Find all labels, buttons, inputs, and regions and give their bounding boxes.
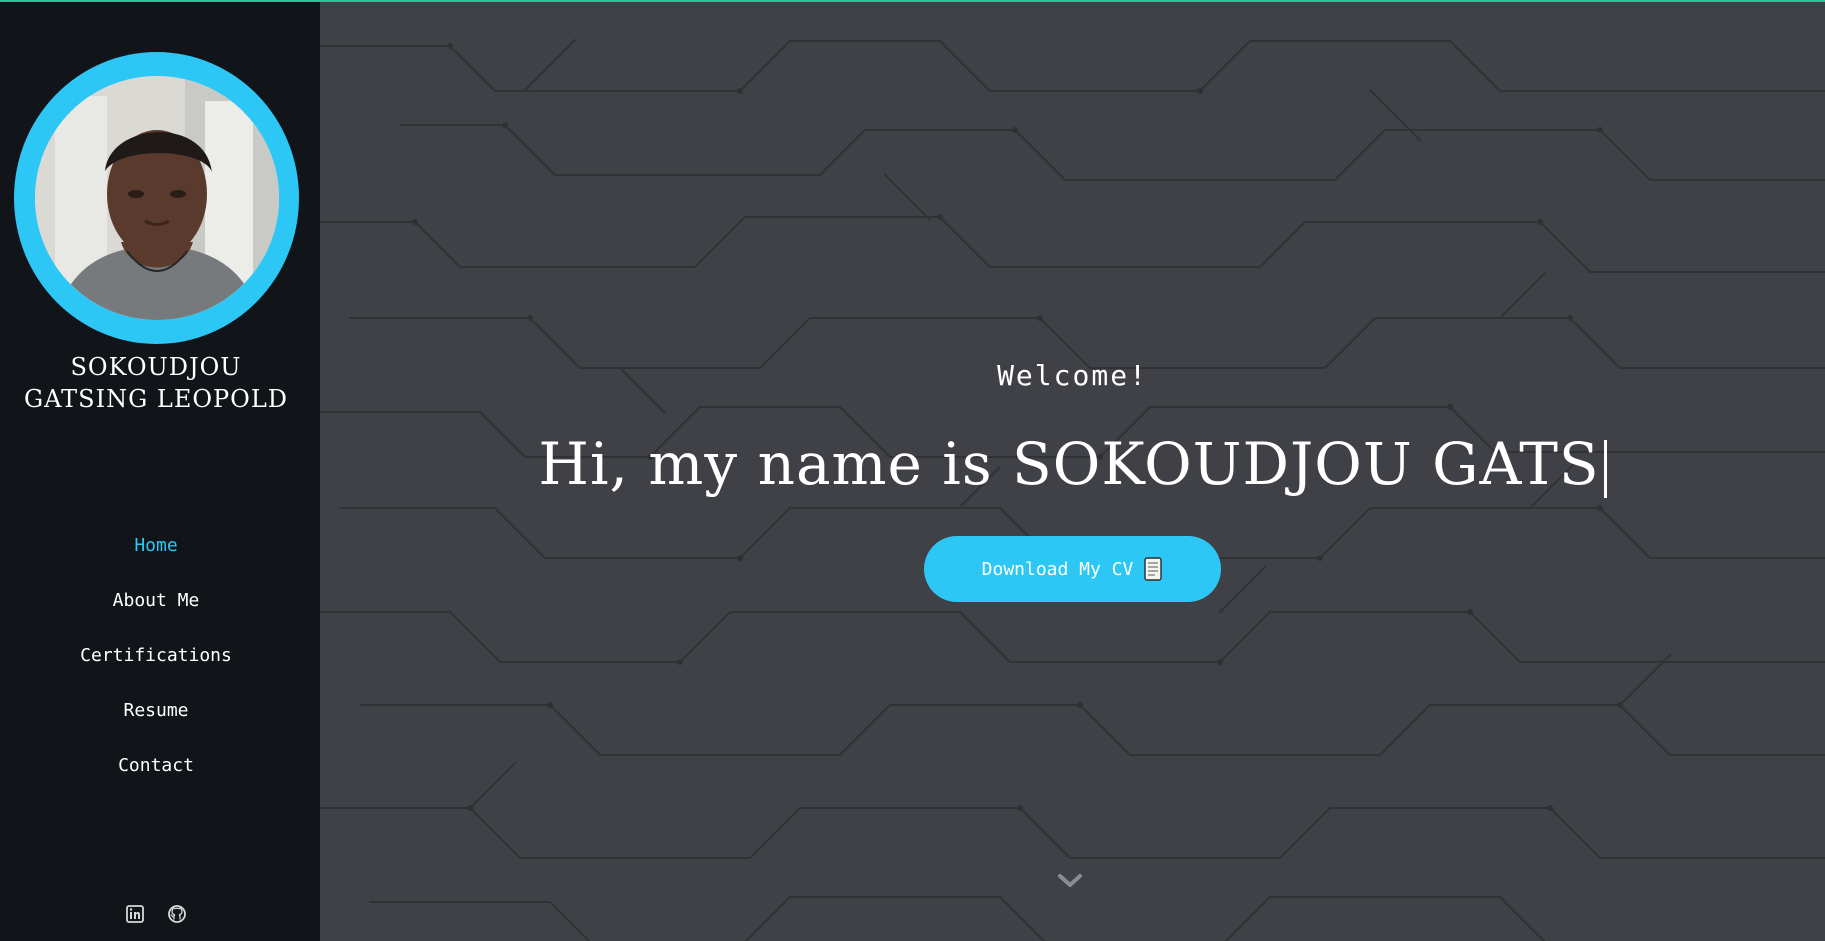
profile-name-line-1: SOKOUDJOU [70,353,242,381]
typing-cursor [1603,439,1607,498]
download-cv-label: Download My CV [981,558,1134,580]
sidebar-nav: Home About Me Certifications Resume Cont… [0,522,312,797]
profile-name: SOKOUDJOU GATSING LEOPOLD [0,351,312,415]
avatar [34,76,279,320]
hero-headline-text: Hi, my name is SOKOUDJOU GATS [538,430,1600,498]
document-icon [1144,557,1163,581]
sidebar-item-about-me[interactable]: About Me [0,577,312,632]
linkedin-icon[interactable] [126,905,144,923]
hero-headline: Hi, my name is SOKOUDJOU GATS [320,430,1825,498]
profile-photo-icon [34,76,279,320]
sidebar-item-certifications[interactable]: Certifications [0,632,312,687]
sidebar: SOKOUDJOU GATSING LEOPOLD Home About Me … [0,0,320,941]
sidebar-item-contact[interactable]: Contact [0,742,312,797]
portfolio-page: SOKOUDJOU GATSING LEOPOLD Home About Me … [0,0,1825,941]
sidebar-item-home[interactable]: Home [0,522,312,577]
sidebar-item-resume[interactable]: Resume [0,687,312,742]
download-cv-button[interactable]: Download My CV [924,536,1221,602]
hero-section: Welcome! Hi, my name is SOKOUDJOU GATS D… [320,0,1825,941]
top-accent-line [0,0,1825,2]
avatar-ring [14,52,299,344]
profile-name-line-2: GATSING LEOPOLD [23,385,289,413]
github-icon[interactable] [168,905,186,923]
social-links [126,905,186,923]
chevron-down-icon[interactable] [1057,872,1083,890]
welcome-text: Welcome! [997,359,1148,392]
